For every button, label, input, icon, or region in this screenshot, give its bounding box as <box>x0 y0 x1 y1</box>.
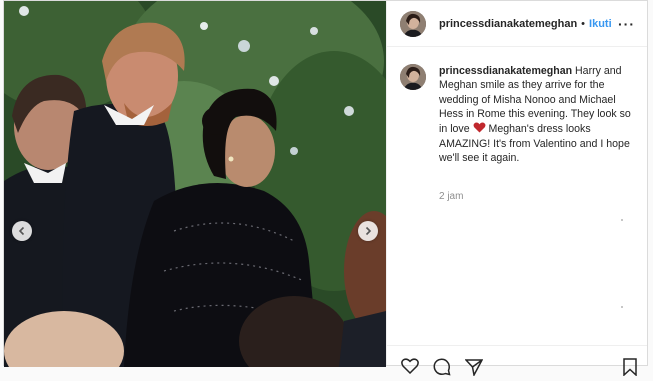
post-timestamp[interactable]: 2 jam <box>439 191 463 202</box>
avatar[interactable] <box>400 10 426 37</box>
caption-username-link[interactable]: princessdianakatemeghan <box>439 65 572 77</box>
post-header: princessdianakatemeghan • Ikuti ··· <box>387 1 647 47</box>
profile-photo-icon <box>400 64 426 90</box>
wedding-photo-image <box>4 1 386 367</box>
heart-outline-icon <box>401 358 419 375</box>
post-username-link[interactable]: princessdianakatemeghan <box>439 18 577 30</box>
chevron-left-icon <box>18 226 25 236</box>
more-options-button[interactable]: ··· <box>618 16 635 32</box>
divider-mark <box>621 306 623 308</box>
post-actions-bar <box>387 345 647 378</box>
post-photo[interactable] <box>4 1 386 367</box>
divider-mark <box>621 219 623 221</box>
previous-photo-button[interactable] <box>12 221 32 241</box>
share-icon <box>464 359 484 378</box>
save-button[interactable] <box>623 358 637 381</box>
avatar[interactable] <box>400 64 426 90</box>
caption-comment: princessdianakatemeghan Harry and Meghan… <box>399 64 639 166</box>
caption-text: princessdianakatemeghan Harry and Meghan… <box>439 64 639 166</box>
red-heart-emoji-icon <box>473 122 486 137</box>
instagram-post: princessdianakatemeghan • Ikuti ··· prin… <box>3 0 648 378</box>
post-side-panel: princessdianakatemeghan • Ikuti ··· prin… <box>386 1 647 378</box>
profile-photo-icon <box>400 10 426 37</box>
comment-icon <box>433 358 451 376</box>
like-button[interactable] <box>401 358 419 379</box>
chevron-right-icon <box>365 226 372 236</box>
separator-dot: • <box>581 17 586 30</box>
comment-button[interactable] <box>433 358 451 381</box>
share-button[interactable] <box>464 358 484 381</box>
follow-button[interactable]: Ikuti <box>589 18 612 30</box>
bookmark-icon <box>623 358 637 377</box>
next-photo-button[interactable] <box>358 221 378 241</box>
